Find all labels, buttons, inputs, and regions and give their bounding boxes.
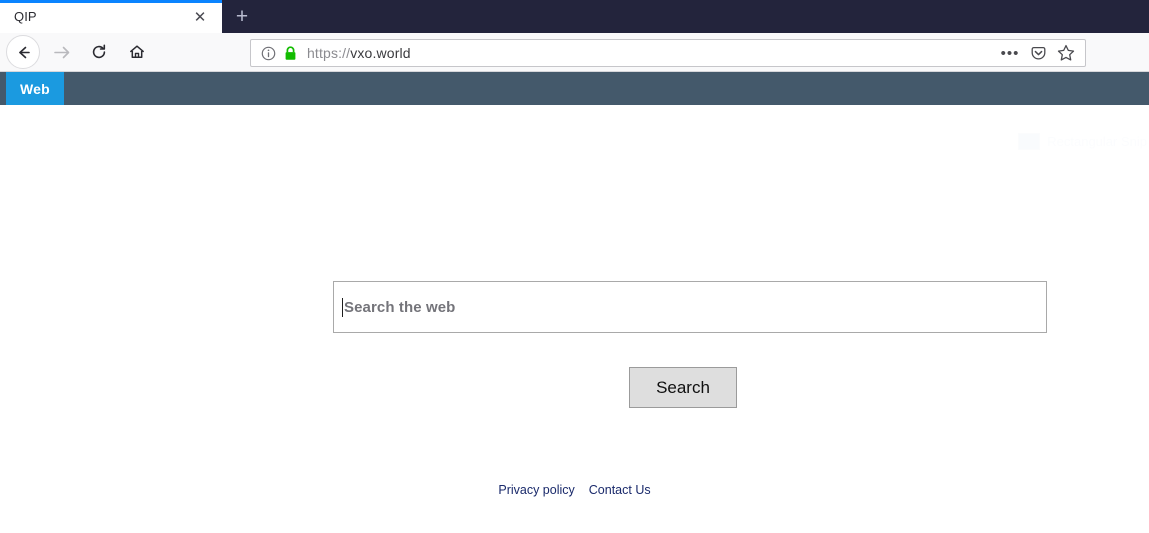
forward-button[interactable] — [44, 35, 78, 69]
browser-tab-qip[interactable]: QIP ✕ — [0, 0, 222, 33]
reload-icon — [92, 44, 106, 59]
padlock-icon — [285, 45, 296, 60]
snip-overlay-label: Rectangular Snip — [1047, 134, 1147, 149]
address-bar-actions: ••• — [997, 41, 1079, 65]
url-text[interactable]: https://vxo.world — [307, 45, 997, 61]
close-icon[interactable]: ✕ — [190, 7, 210, 27]
text-caret — [342, 297, 343, 317]
site-toolbar: Web — [0, 72, 1149, 105]
page-footer: Privacy policy Contact Us — [0, 483, 1149, 497]
search-input[interactable]: Search the web — [333, 281, 1047, 333]
home-icon — [130, 45, 144, 58]
page-actions-icon[interactable]: ••• — [997, 41, 1023, 65]
search-button[interactable]: Search — [629, 367, 737, 408]
bookmark-star-icon[interactable] — [1053, 41, 1079, 65]
tab-title: QIP — [14, 9, 37, 24]
info-icon — [261, 46, 276, 60]
privacy-policy-link[interactable]: Privacy policy — [498, 483, 574, 497]
back-button[interactable] — [6, 35, 40, 69]
browser-window: QIP ✕ + https://vxo.world ••• Web Rectan… — [0, 0, 1149, 533]
snip-overlay-icon — [1018, 133, 1041, 150]
pocket-icon[interactable] — [1025, 41, 1051, 65]
browser-title-bar: QIP ✕ + — [0, 0, 1149, 33]
new-tab-button[interactable]: + — [222, 0, 262, 33]
arrow-right-icon — [53, 46, 69, 58]
reload-button[interactable] — [82, 35, 116, 69]
arrow-left-icon — [18, 46, 30, 58]
site-identity-block[interactable] — [261, 45, 297, 61]
site-tab-web[interactable]: Web — [6, 72, 64, 105]
snip-overlay-watermark: Rectangular Snip — [1018, 133, 1147, 150]
contact-us-link[interactable]: Contact Us — [589, 483, 651, 497]
search-input-placeholder: Search the web — [344, 298, 456, 316]
address-bar[interactable]: https://vxo.world ••• — [250, 39, 1086, 67]
page-content: Rectangular Snip Search the web Search P… — [0, 105, 1149, 533]
url-host: vxo.world — [350, 45, 411, 61]
tab-active-accent — [0, 0, 222, 3]
url-scheme: https:// — [307, 45, 351, 61]
home-button[interactable] — [120, 35, 154, 69]
